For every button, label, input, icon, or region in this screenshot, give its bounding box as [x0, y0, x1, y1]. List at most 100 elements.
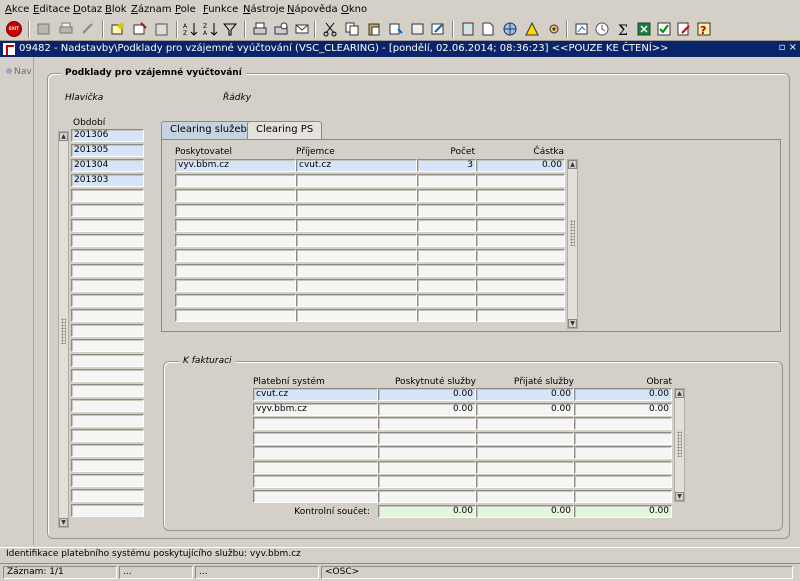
- invoicing-cell[interactable]: 0.00: [378, 388, 476, 401]
- period-cell[interactable]: 201303: [71, 174, 144, 187]
- invoicing-cell[interactable]: [476, 431, 574, 445]
- period-cell[interactable]: [71, 279, 144, 292]
- invoicing-cell[interactable]: [378, 489, 476, 503]
- printer-icon[interactable]: [252, 21, 268, 37]
- menu-item-0[interactable]: Akce: [5, 4, 29, 15]
- duplicate-field-icon[interactable]: [410, 21, 426, 37]
- period-cell[interactable]: [71, 414, 144, 427]
- menu-item-5[interactable]: Pole: [175, 4, 196, 15]
- clearing-cell[interactable]: [476, 279, 565, 292]
- count-query-icon[interactable]: [154, 21, 170, 37]
- invoicing-cell[interactable]: cvut.cz: [253, 388, 378, 401]
- period-cell[interactable]: [71, 429, 144, 442]
- calendar-icon[interactable]: [594, 21, 610, 37]
- clearing-cell[interactable]: [296, 234, 417, 247]
- scroll-up-icon[interactable]: ▲: [675, 389, 684, 398]
- duplicate-record-icon[interactable]: [388, 21, 404, 37]
- clearing-cell[interactable]: [296, 204, 417, 217]
- copy-icon[interactable]: [344, 21, 360, 37]
- clearing-cell[interactable]: [476, 249, 565, 262]
- invoicing-cell[interactable]: [253, 431, 378, 445]
- execute-query-icon[interactable]: [132, 21, 148, 37]
- clearing-cell[interactable]: [296, 174, 417, 187]
- period-cell[interactable]: [71, 489, 144, 502]
- edit-doc-icon[interactable]: [676, 21, 692, 37]
- period-cell[interactable]: [71, 474, 144, 487]
- invoicing-cell[interactable]: [476, 460, 574, 474]
- globe-icon[interactable]: [502, 21, 518, 37]
- invoicing-cell[interactable]: [574, 431, 672, 445]
- clearing-cell[interactable]: [476, 219, 565, 232]
- clearing-cell[interactable]: [175, 174, 296, 187]
- scroll-grip[interactable]: [677, 431, 682, 457]
- menu-item-6[interactable]: Funkce: [203, 4, 238, 15]
- invoicing-cell[interactable]: [253, 460, 378, 474]
- scroll-down-icon[interactable]: ▼: [675, 492, 684, 501]
- exit-button[interactable]: EXIT: [6, 21, 22, 37]
- print-preview-icon[interactable]: [273, 21, 289, 37]
- invoicing-scrollbar[interactable]: ▲ ▼: [674, 388, 685, 502]
- period-cell[interactable]: [71, 399, 144, 412]
- menu-item-8[interactable]: Nápověda: [287, 4, 338, 15]
- calculator-icon[interactable]: [460, 21, 476, 37]
- clearing-cell[interactable]: 0.00: [476, 159, 565, 172]
- period-cell[interactable]: 201304: [71, 159, 144, 172]
- period-cell[interactable]: [71, 444, 144, 457]
- clearing-cell[interactable]: [476, 204, 565, 217]
- clearing-cell[interactable]: [417, 219, 476, 232]
- check-icon[interactable]: [656, 21, 672, 37]
- warning-icon[interactable]: [524, 21, 540, 37]
- nav-button[interactable]: Nav: [6, 67, 32, 77]
- invoicing-cell[interactable]: [253, 489, 378, 503]
- invoicing-cell[interactable]: 0.00: [476, 388, 574, 401]
- settings-icon[interactable]: [546, 21, 562, 37]
- period-cell[interactable]: [71, 189, 144, 202]
- scroll-grip[interactable]: [61, 318, 66, 344]
- invoicing-cell[interactable]: [476, 417, 574, 430]
- clearing-cell[interactable]: [296, 279, 417, 292]
- clearing-cell[interactable]: [417, 264, 476, 277]
- menu-item-4[interactable]: Záznam: [131, 4, 171, 15]
- filter-icon[interactable]: [222, 21, 238, 37]
- invoicing-cell[interactable]: [253, 446, 378, 459]
- enter-query-icon[interactable]: [110, 21, 126, 37]
- clearing-cell[interactable]: [417, 189, 476, 202]
- menu-item-9[interactable]: Okno: [341, 4, 367, 15]
- chart-edit-icon[interactable]: [574, 21, 590, 37]
- invoicing-cell[interactable]: [574, 417, 672, 430]
- menu-item-3[interactable]: Blok: [105, 4, 127, 15]
- invoicing-cell[interactable]: [253, 417, 378, 430]
- period-cell[interactable]: 201305: [71, 144, 144, 157]
- invoicing-cell[interactable]: [378, 446, 476, 459]
- document-icon[interactable]: [480, 21, 496, 37]
- edit-icon[interactable]: [430, 21, 446, 37]
- print-icon[interactable]: [58, 21, 74, 37]
- clearing-cell[interactable]: [175, 294, 296, 307]
- excel-icon[interactable]: [636, 21, 652, 37]
- sort-asc-icon[interactable]: AZ: [182, 21, 198, 37]
- save-icon[interactable]: [36, 21, 52, 37]
- invoicing-cell[interactable]: [378, 417, 476, 430]
- invoicing-cell[interactable]: [476, 489, 574, 503]
- paste-icon[interactable]: [366, 21, 382, 37]
- invoicing-cell[interactable]: [574, 475, 672, 488]
- clearing-scrollbar[interactable]: ▲ ▼: [567, 159, 578, 329]
- clearing-cell[interactable]: [296, 264, 417, 277]
- clearing-cell[interactable]: vyv.bbm.cz: [175, 159, 296, 172]
- scroll-down-icon[interactable]: ▼: [59, 518, 68, 527]
- clearing-cell[interactable]: [417, 309, 476, 322]
- clearing-cell[interactable]: [175, 249, 296, 262]
- help-icon[interactable]: ?: [696, 21, 712, 37]
- mail-icon[interactable]: [294, 21, 310, 37]
- clearing-cell[interactable]: [476, 294, 565, 307]
- sum-icon[interactable]: Σ: [616, 21, 632, 39]
- clearing-cell[interactable]: [476, 309, 565, 322]
- clear-icon[interactable]: [80, 21, 96, 37]
- clearing-cell[interactable]: [175, 219, 296, 232]
- clearing-cell[interactable]: [417, 279, 476, 292]
- period-cell[interactable]: 201306: [71, 129, 144, 142]
- invoicing-cell[interactable]: [476, 475, 574, 488]
- period-cell[interactable]: [71, 204, 144, 217]
- clearing-cell[interactable]: [296, 189, 417, 202]
- invoicing-cell[interactable]: [476, 446, 574, 459]
